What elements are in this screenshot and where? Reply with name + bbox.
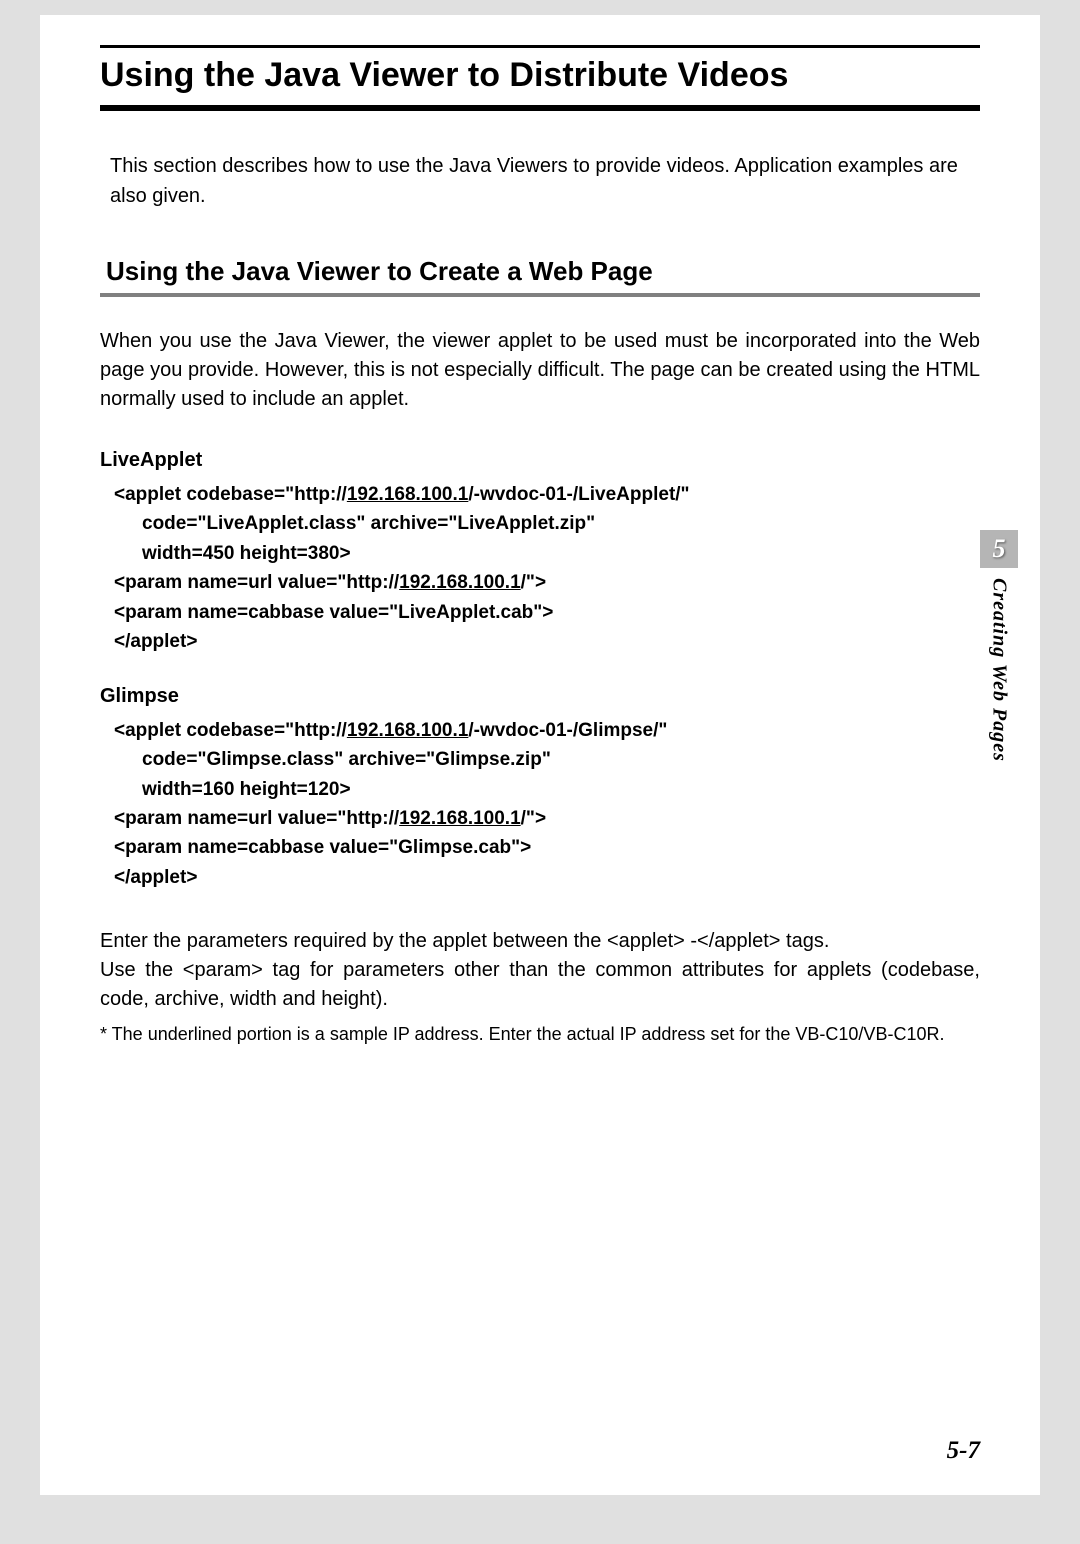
section-title: Using the Java Viewer to Create a Web Pa…	[100, 256, 980, 297]
code-text: /">	[521, 808, 546, 829]
closing-paragraph: Enter the parameters required by the app…	[100, 927, 980, 1014]
code-text: </applet>	[114, 627, 980, 656]
code-text: code="LiveApplet.class" archive="LiveApp…	[114, 509, 980, 538]
code-label: Glimpse	[100, 685, 980, 708]
code-text: width=160 height=120>	[114, 775, 980, 804]
code-text: <applet codebase="http://	[114, 720, 347, 741]
chapter-label: Creating Web Pages	[988, 578, 1011, 762]
code-ip-underlined: 192.168.100.1	[399, 808, 521, 829]
code-example-liveapplet: LiveApplet <applet codebase="http://192.…	[100, 449, 980, 657]
paragraph-line: Use the <param> tag for parameters other…	[100, 956, 980, 1014]
code-text: /">	[521, 572, 546, 593]
footnote: * The underlined portion is a sample IP …	[100, 1022, 980, 1047]
code-text: <param name=cabbase value="Glimpse.cab">	[114, 833, 980, 862]
document-page: Using the Java Viewer to Distribute Vide…	[40, 15, 1040, 1495]
code-ip-underlined: 192.168.100.1	[399, 572, 521, 593]
section-intro-paragraph: When you use the Java Viewer, the viewer…	[100, 327, 980, 414]
code-text: /-wvdoc-01-/Glimpse/"	[468, 720, 667, 741]
chapter-side-tab: 5 Creating Web Pages	[980, 530, 1018, 800]
code-text: <param name=url value="http://	[114, 572, 399, 593]
main-title: Using the Java Viewer to Distribute Vide…	[100, 45, 980, 111]
code-label: LiveApplet	[100, 449, 980, 472]
code-text: <param name=url value="http://	[114, 808, 399, 829]
code-example-glimpse: Glimpse <applet codebase="http://192.168…	[100, 685, 980, 893]
page-number: 5-7	[947, 1437, 980, 1465]
intro-paragraph: This section describes how to use the Ja…	[100, 151, 980, 211]
code-text: /-wvdoc-01-/LiveApplet/"	[468, 484, 689, 505]
code-ip-underlined: 192.168.100.1	[347, 484, 469, 505]
code-block: <applet codebase="http://192.168.100.1/-…	[100, 716, 980, 893]
code-text: </applet>	[114, 863, 980, 892]
code-block: <applet codebase="http://192.168.100.1/-…	[100, 480, 980, 657]
code-text: width=450 height=380>	[114, 539, 980, 568]
code-text: <applet codebase="http://	[114, 484, 347, 505]
chapter-number: 5	[993, 534, 1006, 564]
code-ip-underlined: 192.168.100.1	[347, 720, 469, 741]
code-text: code="Glimpse.class" archive="Glimpse.zi…	[114, 745, 980, 774]
code-text: <param name=cabbase value="LiveApplet.ca…	[114, 598, 980, 627]
paragraph-line: Enter the parameters required by the app…	[100, 927, 980, 956]
